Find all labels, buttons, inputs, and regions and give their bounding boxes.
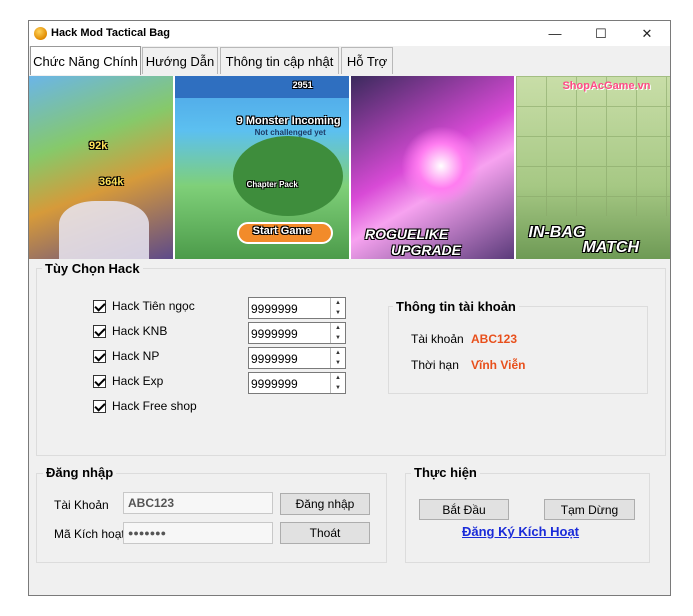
hack-options-legend: Tùy Chọn Hack bbox=[42, 261, 143, 276]
level-title: 9 Monster Incoming bbox=[236, 115, 341, 127]
account-info-legend: Thông tin tài khoản bbox=[393, 299, 519, 314]
checkbox-checked-icon[interactable] bbox=[93, 399, 106, 413]
tab-support[interactable]: Hỗ Trợ bbox=[341, 47, 393, 74]
maximize-button[interactable]: ☐ bbox=[578, 21, 624, 46]
hack-free-shop-checkbox[interactable]: Hack Free shop bbox=[93, 399, 197, 413]
spin-down-icon[interactable]: ▼ bbox=[331, 308, 345, 318]
checkbox-checked-icon[interactable] bbox=[93, 349, 106, 363]
account-label: Tài khoản bbox=[411, 332, 464, 346]
knb-amount-input[interactable]: 9999999 ▲ ▼ bbox=[248, 322, 346, 344]
activation-code-label: Mã Kích hoạt bbox=[54, 527, 125, 541]
banner-number: 364k bbox=[99, 176, 124, 188]
spin-up-icon[interactable]: ▲ bbox=[331, 323, 345, 333]
spin-up-icon[interactable]: ▲ bbox=[331, 348, 345, 358]
start-button[interactable]: Bắt Đầu bbox=[419, 499, 509, 520]
island-icon bbox=[232, 136, 343, 216]
exp-amount-input[interactable]: 9999999 ▲ ▼ bbox=[248, 372, 346, 394]
app-window: Hack Mod Tactical Bag — ☐ ✕ Chức Năng Ch… bbox=[28, 20, 671, 596]
tab-update-info[interactable]: Thông tin cập nhật bbox=[220, 47, 339, 74]
exit-button[interactable]: Thoát bbox=[280, 522, 370, 544]
roguelike-text: ROGUELIKE bbox=[365, 226, 449, 242]
hack-gems-checkbox[interactable]: Hack Tiên ngọc bbox=[93, 299, 195, 313]
spin-up-icon[interactable]: ▲ bbox=[331, 373, 345, 383]
execute-legend: Thực hiện bbox=[411, 465, 480, 480]
inventory-grid bbox=[516, 76, 671, 216]
spin-down-icon[interactable]: ▼ bbox=[331, 333, 345, 343]
inbag-text: IN-BAG bbox=[528, 224, 586, 241]
checkbox-checked-icon[interactable] bbox=[93, 299, 106, 313]
tab-main-functions[interactable]: Chức Năng Chính bbox=[30, 46, 141, 75]
checkbox-checked-icon[interactable] bbox=[93, 324, 106, 338]
game-banner: 92k 364k 2951 9 Monster Incoming Not cha… bbox=[29, 76, 671, 259]
gems-amount-input[interactable]: 9999999 ▲ ▼ bbox=[248, 297, 346, 319]
login-group bbox=[36, 473, 387, 563]
hack-exp-checkbox[interactable]: Hack Exp bbox=[93, 374, 163, 388]
banner-number: 92k bbox=[89, 140, 108, 152]
pause-button[interactable]: Tạm Dừng bbox=[544, 499, 635, 520]
banner-panel-heroes: 92k 364k bbox=[29, 76, 173, 259]
minimize-button[interactable]: — bbox=[532, 21, 578, 46]
magic-burst bbox=[401, 126, 481, 206]
title-bar: Hack Mod Tactical Bag — ☐ ✕ bbox=[29, 21, 670, 46]
login-account-field[interactable]: ABC123 bbox=[123, 492, 273, 514]
banner-panel-roguelike: ROGUELIKE UPGRADE bbox=[351, 76, 515, 259]
upgrade-text: UPGRADE bbox=[391, 242, 462, 258]
score-readout: 2951 bbox=[292, 80, 313, 90]
activation-code-field[interactable]: ●●●●●●● bbox=[123, 522, 273, 544]
register-activation-link[interactable]: Đăng Ký Kích Hoạt bbox=[462, 524, 579, 539]
login-account-label: Tài Khoản bbox=[54, 498, 109, 512]
banner-panel-inbag: ShopAcGame.vn IN-BAG MATCH bbox=[516, 76, 671, 259]
match-text: MATCH bbox=[582, 239, 640, 256]
account-info-group bbox=[388, 306, 648, 394]
bunny-character bbox=[59, 201, 149, 259]
spin-up-icon[interactable]: ▲ bbox=[331, 298, 345, 308]
login-legend: Đăng nhập bbox=[43, 465, 117, 480]
duration-value: Vĩnh Viễn bbox=[471, 358, 526, 372]
banner-panel-map: 2951 9 Monster Incoming Not challenged y… bbox=[174, 76, 350, 259]
window-title: Hack Mod Tactical Bag bbox=[51, 27, 170, 39]
checkbox-checked-icon[interactable] bbox=[93, 374, 106, 388]
close-button[interactable]: ✕ bbox=[624, 21, 670, 46]
watermark: ShopAcGame.vn bbox=[562, 80, 651, 92]
duration-label: Thời hạn bbox=[411, 358, 459, 372]
account-value: ABC123 bbox=[471, 332, 518, 346]
tab-bar: Chức Năng Chính Hướng Dẫn Thông tin cập … bbox=[29, 46, 670, 75]
hack-np-checkbox[interactable]: Hack NP bbox=[93, 349, 159, 363]
hack-knb-checkbox[interactable]: Hack KNB bbox=[93, 324, 167, 338]
spin-down-icon[interactable]: ▼ bbox=[331, 383, 345, 393]
start-game-label: Start Game bbox=[252, 225, 312, 237]
app-coin-icon bbox=[34, 27, 47, 40]
chapter-pack-label: Chapter Pack bbox=[246, 180, 298, 189]
np-amount-input[interactable]: 9999999 ▲ ▼ bbox=[248, 347, 346, 369]
spin-down-icon[interactable]: ▼ bbox=[331, 358, 345, 368]
tab-guide[interactable]: Hướng Dẫn bbox=[142, 47, 218, 74]
login-button[interactable]: Đăng nhập bbox=[280, 493, 370, 515]
